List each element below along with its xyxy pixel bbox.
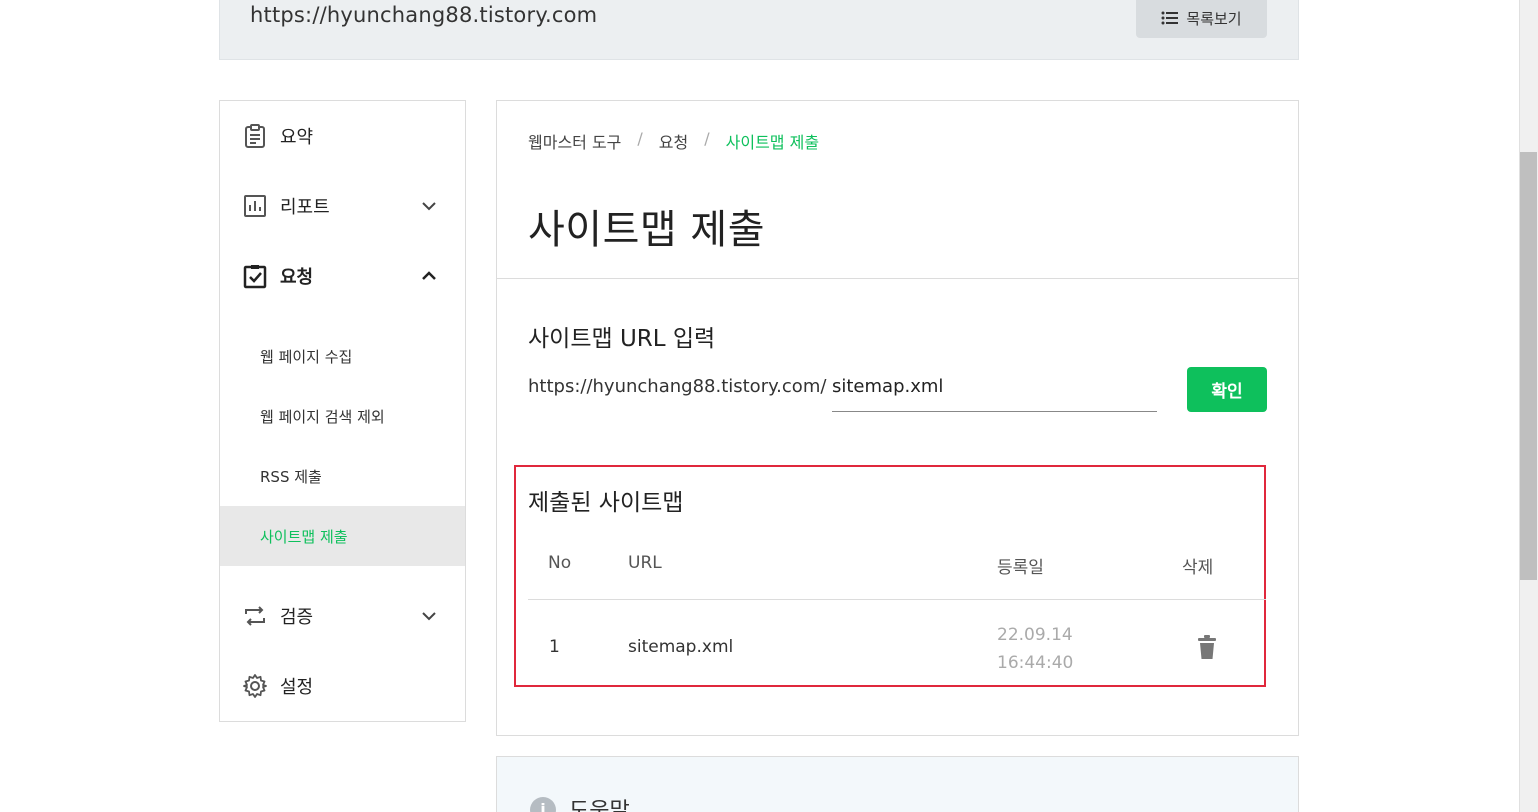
table-divider [528,599,1266,600]
sidebar-subitem-sitemap-submit[interactable]: 사이트맵 제출 [220,506,465,566]
list-view-label: 목록보기 [1186,9,1242,28]
breadcrumb-separator: / [704,129,710,148]
info-icon: i [530,797,556,812]
sidebar-item-label: 검증 [280,607,314,628]
row-no: 1 [549,637,560,657]
sidebar-item-settings[interactable]: 설정 [220,661,465,711]
sidebar-subitem-web-page-exclude[interactable]: 웹 페이지 검색 제외 [220,386,465,446]
list-icon [1161,11,1179,25]
row-date: 22.09.14 16:44:40 [997,625,1074,673]
column-header-no: No [548,553,572,573]
breadcrumb-separator: / [637,129,643,148]
clipboard-icon [245,124,265,148]
sidebar-item-label: 요청 [280,267,314,288]
breadcrumb-item-request[interactable]: 요청 [659,129,688,153]
divider [497,278,1298,279]
sidebar-item-report[interactable]: 리포트 [220,181,465,231]
gear-icon [243,674,267,698]
sidebar-subitem-web-page-collect[interactable]: 웹 페이지 수집 [220,326,465,386]
confirm-button[interactable]: 확인 [1187,367,1267,412]
column-header-url: URL [628,553,662,573]
clipboard-check-icon [243,265,267,289]
site-bar: https://hyunchang88.tistory.com 목록보기 [219,0,1299,60]
site-url: https://hyunchang88.tistory.com [250,3,598,27]
breadcrumb: 웹마스터 도구 / 요청 / 사이트맵 제출 [528,129,819,153]
sidebar-item-summary[interactable]: 요약 [220,111,465,161]
trash-icon[interactable] [1196,635,1218,659]
row-url: sitemap.xml [628,637,734,657]
breadcrumb-item-webmaster[interactable]: 웹마스터 도구 [528,129,621,153]
sidebar-item-label: 설정 [280,677,314,698]
chart-icon [244,195,266,217]
scrollbar-thumb[interactable] [1520,152,1537,580]
sidebar: 요약 리포트 요청 웹 페이지 수집 웹 페이지 검색 제외 RSS 제출 사이… [219,100,466,722]
url-prefix: https://hyunchang88.tistory.com/ [528,376,827,397]
column-header-delete: 삭제 [1182,558,1214,578]
sitemap-url-section-title: 사이트맵 URL 입력 [528,326,716,352]
chevron-up-icon[interactable] [420,267,438,285]
sidebar-subitem-rss-submit[interactable]: RSS 제출 [220,446,465,506]
help-label: 도움말 [569,799,630,812]
list-view-button[interactable]: 목록보기 [1136,0,1267,38]
sidebar-item-label: 요약 [280,127,314,148]
help-panel: i 도움말 [496,756,1299,812]
submitted-sitemaps-title: 제출된 사이트맵 [528,490,684,516]
main-panel: 웹마스터 도구 / 요청 / 사이트맵 제출 사이트맵 제출 사이트맵 URL … [496,100,1299,736]
sidebar-item-request[interactable]: 요청 [220,251,465,301]
chevron-down-icon[interactable] [420,197,438,215]
chevron-down-icon[interactable] [420,607,438,625]
column-header-date: 등록일 [997,558,1044,578]
page-title: 사이트맵 제출 [528,207,766,253]
sidebar-item-label: 리포트 [280,197,330,218]
submitted-sitemaps-panel: 제출된 사이트맵 No URL 등록일 삭제 1 sitemap.xml 22.… [514,465,1266,687]
breadcrumb-item-current: 사이트맵 제출 [725,133,820,152]
repeat-icon [245,606,265,626]
sidebar-item-verify[interactable]: 검증 [220,591,465,641]
sitemap-url-input[interactable] [832,369,1157,412]
